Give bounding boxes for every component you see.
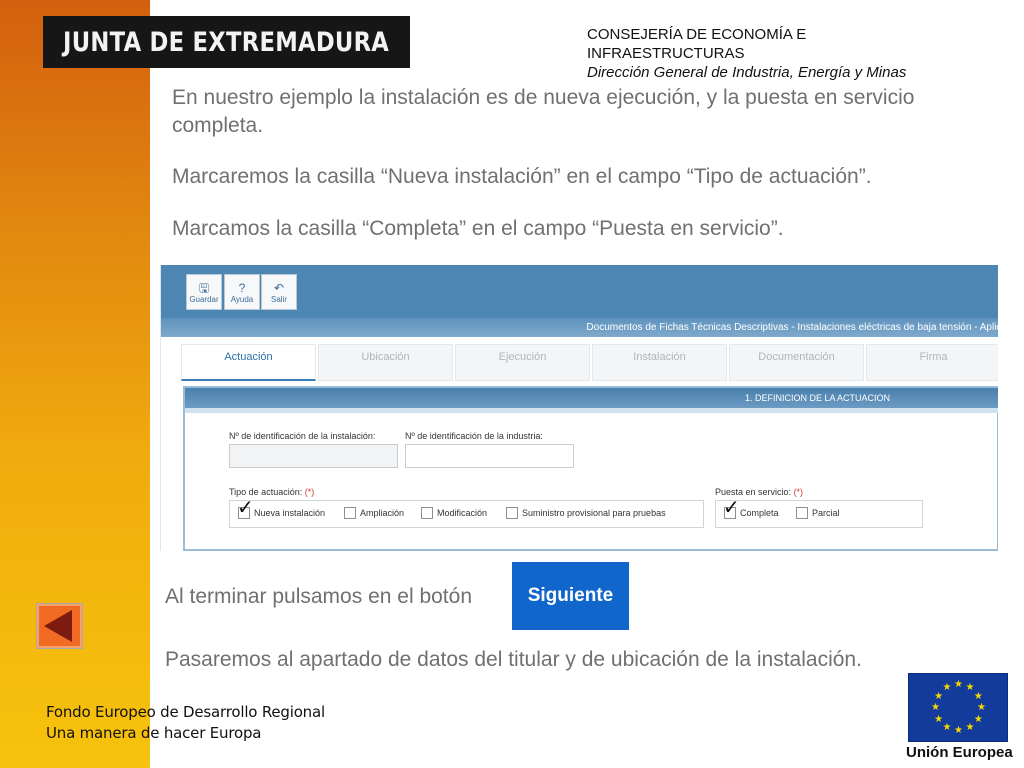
back-button[interactable] [36,603,83,649]
eu-star-icon: ★ [973,713,983,725]
app-title: Documentos de Fichas Técnicas Descriptiv… [586,322,998,333]
eu-star-icon: ★ [965,721,975,733]
dept-line-2: INFRAESTRUCTURAS [587,45,745,62]
eu-star-icon: ★ [954,679,963,690]
eu-star-icon: ★ [931,702,940,713]
option-label: Completa [740,508,779,518]
option-label: Suministro provisional para pruebas [522,508,666,518]
option-completa[interactable]: ✓ Completa [723,497,779,519]
orange-sidebar [0,0,150,768]
eu-star-icon: ★ [973,690,983,702]
option-ampliacion[interactable]: Ampliación [344,507,404,519]
help-icon: ? [238,280,246,295]
exit-label: Salir [270,294,287,304]
finish-instruction: Al terminar pulsamos en el botón [165,585,472,608]
intro-paragraph: En nuestro ejemplo la instalación es de … [172,84,1002,140]
help-label: Ayuda [230,294,254,304]
puesta-servicio-group: ✓ Completa Parcial [715,497,923,528]
tab-instalacion[interactable]: Instalación [592,344,727,381]
section-strip [185,408,998,413]
tab-documentacion[interactable]: Documentación [729,344,864,381]
id-industria-label: Nº de identificación de la industria: [405,431,543,441]
check-icon: ✓ [237,495,254,519]
department-header: CONSEJERÍA DE ECONOMÍA E INFRAESTRUCTURA… [587,25,1007,82]
eu-star-icon: ★ [954,725,963,736]
instruction-puesta: Marcamos la casilla “Completa” en el cam… [172,217,784,240]
app-title-band: Documentos de Fichas Técnicas Descriptiv… [161,318,998,337]
eu-star-icon: ★ [942,721,952,733]
tab-ejecucion[interactable]: Ejecución [455,344,590,381]
exit-icon: ↶ [273,280,285,295]
required-mark: (*) [793,487,804,497]
option-parcial[interactable]: Parcial [796,507,840,519]
option-label: Modificación [437,508,488,518]
save-label: Guardar [189,294,219,304]
footer-motto: Una manera de hacer Europa [46,724,262,742]
eu-star-icon: ★ [977,702,986,713]
next-section-note: Pasaremos al apartado de datos del titul… [165,648,862,671]
checkbox-modificacion[interactable] [421,507,433,519]
back-arrow-icon [43,610,72,642]
eu-label: Unión Europea [906,744,1013,761]
id-instalacion-input[interactable] [229,444,398,468]
tipo-actuacion-group: ✓ Nueva instalación Ampliación Modificac… [229,497,704,528]
checkbox-parcial[interactable] [796,507,808,519]
footer-fund: Fondo Europeo de Desarrollo Regional [46,703,325,721]
app-toolbar: 🖫 Guardar ? Ayuda ↶ Salir [161,265,998,318]
app-screenshot: 🖫 Guardar ? Ayuda ↶ Salir Documentos de … [160,265,998,551]
dept-line-1: CONSEJERÍA DE ECONOMÍA E [587,26,807,43]
save-icon: 🖫 [198,280,210,295]
exit-button[interactable]: ↶ Salir [261,274,297,310]
section-title: 1. DEFINICION DE LA ACTUACION [185,388,998,408]
tab-ubicacion[interactable]: Ubicación [318,344,453,381]
eu-star-icon: ★ [942,682,952,694]
option-suministro-provisional[interactable]: Suministro provisional para pruebas [506,507,666,519]
dept-subtitle: Dirección General de Industria, Energía … [587,64,907,81]
section-panel: 1. DEFINICION DE LA ACTUACION Nº de iden… [183,386,998,551]
next-button[interactable]: Siguiente [512,562,629,630]
option-modificacion[interactable]: Modificación [421,507,487,519]
option-nueva-instalacion[interactable]: ✓ Nueva instalación [237,497,326,519]
option-label: Parcial [812,508,840,518]
checkbox-ampliacion[interactable] [344,507,356,519]
id-instalacion-label: Nº de identificación de la instalación: [229,431,376,441]
eu-star-icon: ★ [934,713,944,725]
checkbox-nueva-instalacion[interactable]: ✓ [237,497,254,519]
logo-text: JUNTA DE EXTREMADURA [63,26,390,58]
intro-line-1: En nuestro ejemplo la instalación es de … [172,86,915,109]
intro-line-2: completa. [172,114,264,137]
instruction-tipo: Marcaremos la casilla “Nueva instalación… [172,165,872,188]
help-button[interactable]: ? Ayuda [224,274,260,310]
eu-flag: ★ ★ ★ ★ ★ ★ ★ ★ ★ ★ ★ ★ [908,673,1008,742]
tab-firma[interactable]: Firma [866,344,998,381]
junta-logo: JUNTA DE EXTREMADURA [43,16,410,68]
option-label: Ampliación [360,508,405,518]
id-industria-input[interactable] [405,444,574,468]
tab-actuacion[interactable]: Actuación [181,344,316,381]
checkbox-suministro-provisional[interactable] [506,507,518,519]
checkbox-completa[interactable]: ✓ [723,497,740,519]
option-label: Nueva instalación [254,508,326,518]
check-icon: ✓ [723,495,740,519]
save-button[interactable]: 🖫 Guardar [186,274,222,310]
required-mark: (*) [304,487,315,497]
